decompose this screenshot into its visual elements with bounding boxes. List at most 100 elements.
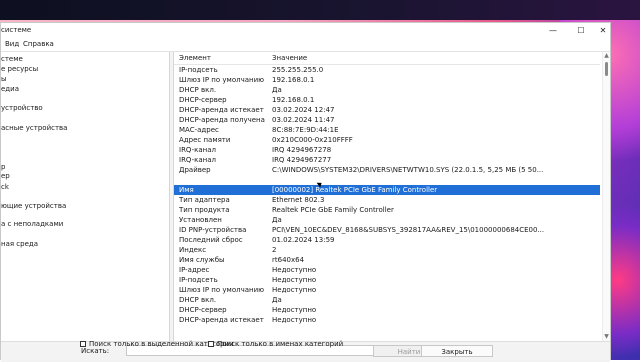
table-row[interactable]: ID PNP-устройства PCI\VEN_10EC&DEV_8168&S… bbox=[174, 225, 600, 235]
row-element: IRQ-канал bbox=[179, 146, 217, 154]
table-row[interactable]: IP-адрес Недоступно bbox=[174, 265, 600, 275]
row-value: Недоступно bbox=[272, 276, 317, 284]
tree-item[interactable]: ck bbox=[1, 183, 9, 191]
table-row[interactable]: Тип продукта Realtek PCIe GbE Family Cont… bbox=[174, 205, 600, 215]
row-value: Недоступно bbox=[272, 266, 317, 274]
row-element: IP-адрес bbox=[179, 266, 210, 274]
row-value: Да bbox=[272, 296, 282, 304]
row-value: Realtek PCIe GbE Family Controller bbox=[272, 206, 394, 214]
table-row[interactable]: IRQ-канал IRQ 4294967277 bbox=[174, 155, 600, 165]
table-row[interactable]: Шлюз IP по умолчанию Недоступно bbox=[174, 285, 600, 295]
maximize-button[interactable]: ☐ bbox=[572, 25, 590, 37]
row-element: MAC-адрес bbox=[179, 126, 219, 134]
tree-item[interactable]: ная среда bbox=[1, 240, 38, 248]
table-row[interactable]: IP-подсеть Недоступно bbox=[174, 275, 600, 285]
row-value: IRQ 4294967277 bbox=[272, 156, 332, 164]
row-element: Имя bbox=[179, 186, 194, 194]
table-row-selected[interactable]: Имя [00000002] Realtek PCIe GbE Family Co… bbox=[174, 185, 600, 195]
tree-item[interactable]: асные устройства bbox=[1, 124, 67, 132]
row-element: DHCP-сервер bbox=[179, 96, 227, 104]
table-row[interactable]: Установлен Да bbox=[174, 215, 600, 225]
row-element: Тип продукта bbox=[179, 206, 230, 214]
row-element: IP-подсеть bbox=[179, 66, 218, 74]
table-row[interactable]: Драйвер C:\WINDOWS\SYSTEM32\DRIVERS\NETWT… bbox=[174, 165, 600, 175]
checkbox-icon[interactable] bbox=[80, 341, 86, 347]
window-title: системе bbox=[1, 26, 32, 34]
option-search-category-names[interactable]: Поиск только в именах категорий bbox=[208, 340, 343, 348]
tree-item[interactable]: ы bbox=[1, 75, 7, 83]
tree-item[interactable]: стеме bbox=[1, 55, 23, 63]
search-label: Искать: bbox=[81, 347, 110, 355]
vertical-scrollbar[interactable]: ▲ ▼ bbox=[602, 52, 610, 341]
row-value: rt640x64 bbox=[272, 256, 305, 264]
row-value: Недоступно bbox=[272, 316, 317, 324]
menu-help[interactable]: Справка bbox=[23, 40, 54, 48]
tree-item[interactable]: ющие устройства bbox=[1, 202, 66, 210]
row-element: DHCP вкл. bbox=[179, 296, 217, 304]
close-window-button[interactable]: ✕ bbox=[594, 25, 612, 37]
row-element: IP-подсеть bbox=[179, 276, 218, 284]
table-row[interactable]: DHCP-аренда истекает 03.02.2024 12:47 bbox=[174, 105, 600, 115]
row-value: 03.02.2024 12:47 bbox=[272, 106, 335, 114]
table-row[interactable]: DHCP вкл. Да bbox=[174, 85, 600, 95]
tree-item[interactable]: устройство bbox=[1, 104, 43, 112]
scroll-up-icon[interactable]: ▲ bbox=[603, 52, 610, 60]
row-value: C:\WINDOWS\SYSTEM32\DRIVERS\NETWTW10.SYS… bbox=[272, 166, 544, 174]
row-element: DHCP вкл. bbox=[179, 86, 217, 94]
minimize-button[interactable]: — bbox=[544, 25, 562, 37]
option-label: Поиск только в именах категорий bbox=[217, 340, 344, 348]
row-element: Адрес памяти bbox=[179, 136, 231, 144]
row-element: Драйвер bbox=[179, 166, 211, 174]
table-row[interactable]: DHCP вкл. Да bbox=[174, 295, 600, 305]
menu-view[interactable]: Вид bbox=[5, 40, 19, 48]
scroll-down-icon[interactable]: ▼ bbox=[603, 333, 610, 341]
row-value: Да bbox=[272, 216, 282, 224]
table-row[interactable]: Индекс 2 bbox=[174, 245, 600, 255]
table-row[interactable]: DHCP-сервер 192.168.0.1 bbox=[174, 95, 600, 105]
row-value: [00000002] Realtek PCIe GbE Family Contr… bbox=[272, 186, 438, 194]
row-value: 192.168.0.1 bbox=[272, 96, 315, 104]
row-element: DHCP-аренда получена bbox=[179, 116, 265, 124]
checkbox-icon[interactable] bbox=[208, 341, 214, 347]
row-value: Недоступно bbox=[272, 286, 317, 294]
tree-item[interactable]: р bbox=[1, 163, 5, 171]
tree-item[interactable]: а с неполадками bbox=[1, 220, 63, 228]
row-element: Шлюз IP по умолчанию bbox=[179, 286, 265, 294]
category-tree: стеме е ресурсы ы едиа устройство асные … bbox=[1, 52, 170, 341]
table-row[interactable]: DHCP-аренда истекает Недоступно bbox=[174, 315, 600, 325]
table-row[interactable]: IP-подсеть 255.255.255.0 bbox=[174, 65, 600, 75]
table-row[interactable]: DHCP-сервер Недоступно bbox=[174, 305, 600, 315]
row-value: 03.02.2024 11:47 bbox=[272, 116, 335, 124]
table-row[interactable]: Имя службы rt640x64 bbox=[174, 255, 600, 265]
table-row[interactable]: Последний сброс 01.02.2024 13:59 bbox=[174, 235, 600, 245]
row-element: Имя службы bbox=[179, 256, 225, 264]
column-header-element[interactable]: Элемент bbox=[179, 54, 211, 62]
list-header: Элемент Значение bbox=[174, 52, 600, 65]
table-row[interactable] bbox=[174, 175, 600, 185]
row-value: 01.02.2024 13:59 bbox=[272, 236, 335, 244]
row-element: Индекс bbox=[179, 246, 207, 254]
title-bar: системе — ☐ ✕ bbox=[1, 23, 610, 39]
row-value: Да bbox=[272, 86, 282, 94]
row-element: Шлюз IP по умолчанию bbox=[179, 76, 265, 84]
row-value: PCI\VEN_10EC&DEV_8168&SUBSYS_392817AA&RE… bbox=[272, 226, 545, 234]
row-value: Недоступно bbox=[272, 306, 317, 314]
table-row[interactable]: Тип адаптера Ethernet 802.3 bbox=[174, 195, 600, 205]
table-row[interactable]: DHCP-аренда получена 03.02.2024 11:47 bbox=[174, 115, 600, 125]
table-row[interactable]: Адрес памяти 0x210C000-0x210FFFF bbox=[174, 135, 600, 145]
tree-item[interactable]: е ресурсы bbox=[1, 65, 38, 73]
table-row[interactable]: IRQ-канал IRQ 4294967278 bbox=[174, 145, 600, 155]
table-row[interactable]: Шлюз IP по умолчанию 192.168.0.1 bbox=[174, 75, 600, 85]
row-element: Тип адаптера bbox=[179, 196, 230, 204]
close-button[interactable]: Закрыть bbox=[421, 345, 493, 357]
row-element: IRQ-канал bbox=[179, 156, 217, 164]
tree-item[interactable]: ер bbox=[1, 172, 10, 180]
row-element: DHCP-сервер bbox=[179, 306, 227, 314]
scroll-thumb[interactable] bbox=[605, 62, 608, 76]
row-value: 8C:88:7E:9D:44:1E bbox=[272, 126, 339, 134]
table-row[interactable]: MAC-адрес 8C:88:7E:9D:44:1E bbox=[174, 125, 600, 135]
column-header-value[interactable]: Значение bbox=[272, 54, 307, 62]
row-value: 192.168.0.1 bbox=[272, 76, 315, 84]
row-element: Установлен bbox=[179, 216, 222, 224]
tree-item[interactable]: едиа bbox=[1, 85, 19, 93]
